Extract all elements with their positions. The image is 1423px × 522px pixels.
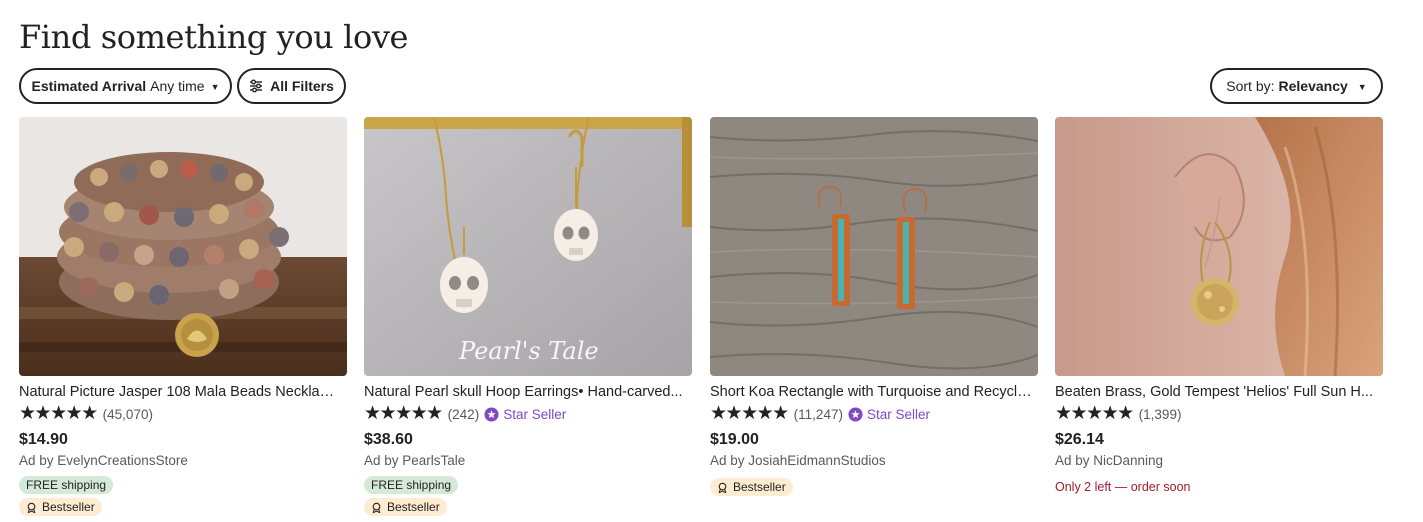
skull-left — [440, 257, 488, 313]
all-filters-button[interactable]: All Filters — [237, 68, 346, 104]
bestseller-badge: Bestseller — [710, 478, 793, 496]
caret-down-icon: ▼ — [1357, 82, 1367, 92]
listing-card[interactable]: Pearl's Tale Natural Pearl skull Hoop Ea… — [364, 117, 692, 516]
star-rating: ★★★★★ — [710, 403, 789, 424]
listing-title[interactable]: Natural Pearl skull Hoop Earrings• Hand-… — [364, 382, 686, 402]
rating-row: ★★★★★ (242) Star Seller — [364, 404, 692, 424]
free-shipping-badge: FREE shipping — [19, 476, 114, 494]
bestseller-label: Bestseller — [387, 500, 440, 514]
brass-sun-earring-image — [1055, 117, 1383, 376]
pearl-skull-earrings-image: Pearl's Tale — [364, 117, 692, 376]
bestseller-label: Bestseller — [42, 500, 95, 514]
star-seller-icon — [484, 406, 499, 422]
star-seller-label: Star Seller — [503, 406, 567, 422]
listing-price: $26.14 — [1055, 431, 1104, 448]
listing-image[interactable]: Pearl's Tale — [364, 117, 692, 376]
bestseller-badge: Bestseller — [19, 498, 102, 516]
star-rating: ★★★★★ — [364, 403, 443, 424]
review-count: (45,070) — [102, 406, 153, 422]
listing-title[interactable]: Natural Picture Jasper 108 Mala Beads Ne… — [19, 382, 341, 402]
sort-button[interactable]: Sort by: Relevancy ▼ — [1210, 68, 1383, 104]
koa-turquoise-earrings-image — [710, 117, 1038, 376]
estimated-arrival-label: Estimated Arrival — [31, 78, 147, 94]
ribbon-icon — [372, 502, 381, 513]
star-seller-icon — [848, 406, 863, 422]
mala-beads-image — [19, 117, 347, 376]
rating-row: ★★★★★ (45,070) — [19, 404, 347, 424]
ad-seller[interactable]: Ad by PearlsTale — [364, 452, 692, 470]
listing-image[interactable] — [1055, 117, 1383, 376]
listing-card[interactable]: Beaten Brass, Gold Tempest 'Helios' Full… — [1055, 117, 1383, 494]
ad-seller[interactable]: Ad by NicDanning — [1055, 452, 1383, 470]
ad-seller[interactable]: Ad by JosiahEidmannStudios — [710, 452, 1038, 470]
skull-right — [554, 209, 598, 261]
ribbon-icon — [27, 502, 36, 513]
star-seller-badge: Star Seller — [484, 407, 566, 422]
free-shipping-badge: FREE shipping — [364, 476, 459, 494]
ribbon-icon — [718, 482, 727, 493]
low-stock-notice: Only 2 left — order soon — [1055, 480, 1191, 494]
sort-value: Relevancy — [1278, 78, 1348, 94]
caret-down-icon: ▼ — [210, 82, 220, 92]
all-filters-label: All Filters — [270, 78, 334, 94]
sliders-icon — [250, 79, 263, 93]
rating-row: ★★★★★ (11,247) Star Seller — [710, 404, 1038, 424]
listing-card[interactable]: Natural Picture Jasper 108 Mala Beads Ne… — [19, 117, 347, 516]
bestseller-label: Bestseller — [733, 480, 786, 494]
star-rating: ★★★★★ — [1055, 403, 1134, 424]
estimated-arrival-value: Any time — [150, 78, 205, 94]
listing-title[interactable]: Beaten Brass, Gold Tempest 'Helios' Full… — [1055, 382, 1377, 402]
sort-label: Sort by: — [1226, 78, 1275, 94]
star-seller-label: Star Seller — [866, 406, 930, 422]
star-seller-badge: Star Seller — [848, 407, 930, 422]
listing-price: $14.90 — [19, 431, 68, 448]
listing-price: $19.00 — [710, 431, 759, 448]
listing-card[interactable]: Short Koa Rectangle with Turquoise and R… — [710, 117, 1038, 496]
listing-image[interactable] — [710, 117, 1038, 376]
review-count: (1,399) — [1138, 406, 1182, 422]
rating-row: ★★★★★ (1,399) — [1055, 404, 1383, 424]
listing-title[interactable]: Short Koa Rectangle with Turquoise and R… — [710, 382, 1032, 402]
page-title: Find something you love — [19, 18, 409, 56]
star-rating: ★★★★★ — [19, 403, 98, 424]
estimated-arrival-filter-button[interactable]: Estimated Arrival Any time ▼ — [19, 68, 232, 104]
review-count: (242) — [447, 406, 480, 422]
listing-price: $38.60 — [364, 431, 413, 448]
pearls-tale-watermark: Pearl's Tale — [458, 337, 599, 365]
ad-seller[interactable]: Ad by EvelynCreationsStore — [19, 452, 347, 470]
listing-image[interactable] — [19, 117, 347, 376]
bestseller-badge: Bestseller — [364, 498, 447, 516]
review-count: (11,247) — [793, 406, 843, 422]
